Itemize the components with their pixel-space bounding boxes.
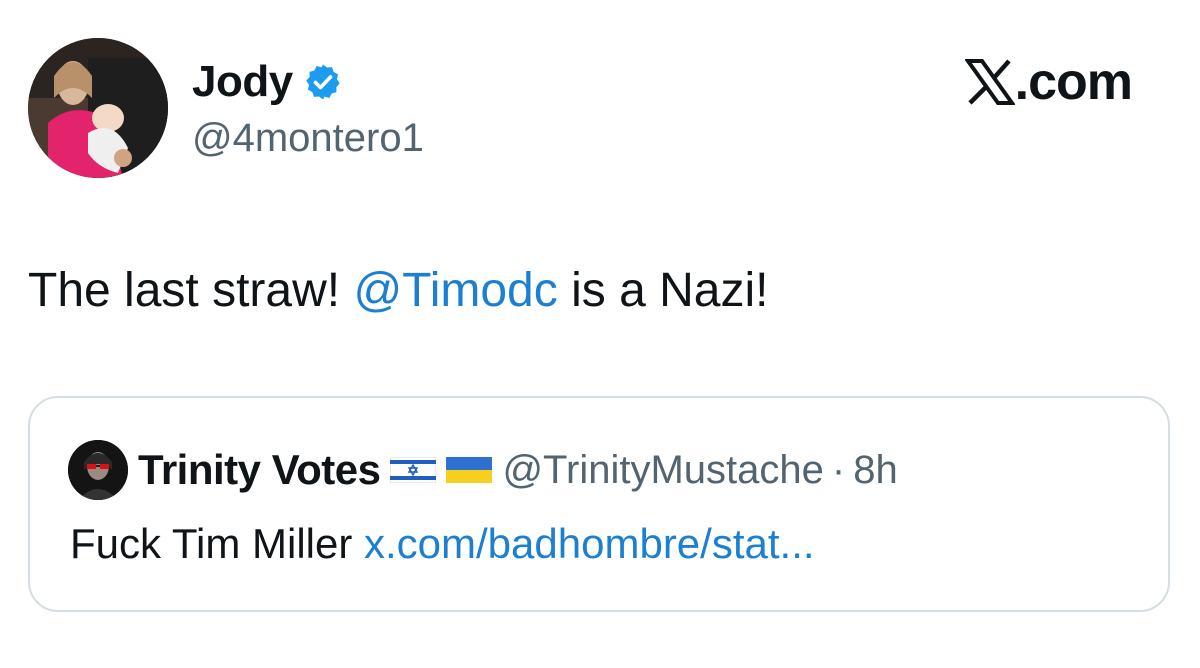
separator-dot: · bbox=[831, 447, 846, 492]
brand-domain: .com bbox=[1014, 53, 1133, 111]
author-avatar[interactable] bbox=[28, 38, 168, 178]
brand-logo: .com bbox=[963, 52, 1133, 112]
quoted-display-name[interactable]: Trinity Votes bbox=[138, 446, 381, 494]
quoted-handle[interactable]: @TrinityMustache bbox=[502, 448, 823, 493]
x-logo-icon bbox=[963, 59, 1016, 105]
ukraine-flag-icon bbox=[446, 457, 493, 483]
tweet-text: The last straw! @Timodc is a Nazi! bbox=[28, 262, 768, 320]
quoted-tweet-header: Trinity Votes @TrinityMustache · 8h bbox=[68, 440, 898, 500]
tweet-text-before: The last straw! bbox=[28, 264, 354, 317]
quoted-text-body: Fuck Tim Miller bbox=[70, 520, 364, 567]
quoted-profile-photo bbox=[68, 440, 128, 500]
quoted-tweet-card[interactable]: Trinity Votes @TrinityMustache · 8h Fuck… bbox=[28, 396, 1170, 612]
quoted-tweet-text: Fuck Tim Miller x.com/badhombre/stat... bbox=[70, 520, 815, 568]
profile-photo bbox=[28, 38, 168, 178]
tweet-text-after: is a Nazi! bbox=[557, 264, 769, 317]
quoted-tweet-link[interactable]: x.com/badhombre/stat... bbox=[364, 520, 815, 567]
author-name-row: Jody bbox=[192, 52, 343, 112]
tweet-mention-link[interactable]: @Timodc bbox=[353, 264, 557, 317]
author-handle[interactable]: @4montero1 bbox=[192, 116, 424, 160]
author-display-name[interactable]: Jody bbox=[192, 60, 293, 104]
israel-flag-icon bbox=[389, 456, 437, 484]
quoted-timestamp[interactable]: 8h bbox=[853, 448, 898, 493]
verified-badge-icon bbox=[303, 62, 343, 102]
quoted-author-avatar[interactable] bbox=[68, 440, 128, 500]
